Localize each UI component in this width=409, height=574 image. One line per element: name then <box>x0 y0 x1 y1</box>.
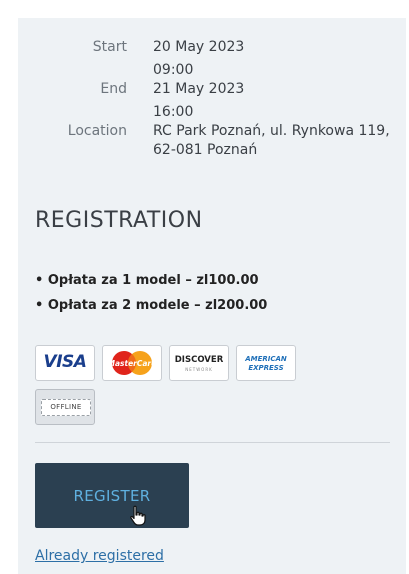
location-value: RC Park Poznań, ul. Rynkowa 119, 62-081 … <box>153 123 390 158</box>
discover-logo-text: DISCOVER <box>174 355 224 365</box>
registration-title: REGISTRATION <box>35 208 203 233</box>
offline-payment-icon: OFFLINE <box>35 389 95 425</box>
start-label: Start <box>92 39 127 55</box>
start-date: 20 May 2023 <box>153 39 245 55</box>
offline-tag: OFFLINE <box>41 399 91 416</box>
fee-list: • Opłata za 1 model – zl100.00 • Opłata … <box>35 272 395 322</box>
location-row: Location RC Park Poznań, ul. Rynkowa 119… <box>18 122 406 158</box>
amex-line2: EXPRESS <box>248 364 284 372</box>
register-button-label: REGISTER <box>73 486 151 505</box>
start-time-row: 09:00 <box>18 61 406 80</box>
fee-item-2-models: • Opłata za 2 modele – zl200.00 <box>35 298 268 313</box>
discover-sub-text: NETWORK <box>185 367 213 372</box>
register-button[interactable]: REGISTER <box>35 463 189 528</box>
fee-item-1-model: • Opłata za 1 model – zl100.00 <box>35 273 259 288</box>
start-time: 09:00 <box>153 62 194 78</box>
end-row: End 21 May 2023 <box>18 80 406 103</box>
event-details: Start 20 May 2023 09:00 End 21 May 2023 … <box>18 38 406 158</box>
amex-card-icon: AMERICAN EXPRESS <box>236 345 296 381</box>
offline-label: OFFLINE <box>50 403 82 411</box>
already-registered-link[interactable]: Already registered <box>35 548 164 564</box>
mastercard-logo-text: MasterCard <box>108 359 158 368</box>
end-time-row: 16:00 <box>18 103 406 122</box>
end-label: End <box>100 81 127 97</box>
event-registration-panel: Start 20 May 2023 09:00 End 21 May 2023 … <box>18 18 406 574</box>
visa-card-icon: VISA <box>35 345 95 381</box>
location-label: Location <box>67 123 127 139</box>
section-divider <box>35 442 390 443</box>
mastercard-logo-icon: MasterCard <box>108 351 158 375</box>
discover-card-icon: DISCOVER NETWORK <box>169 345 229 381</box>
start-row: Start 20 May 2023 <box>18 38 406 61</box>
end-date: 21 May 2023 <box>153 81 245 97</box>
hand-pointer-icon <box>130 505 146 526</box>
mastercard-card-icon: MasterCard <box>102 345 162 381</box>
amex-line1: AMERICAN <box>245 355 287 363</box>
visa-logo-text: VISA <box>43 352 87 372</box>
end-time: 16:00 <box>153 104 194 120</box>
payment-methods: VISA MasterCard DISCOVER NETWORK AMERICA… <box>35 345 335 381</box>
